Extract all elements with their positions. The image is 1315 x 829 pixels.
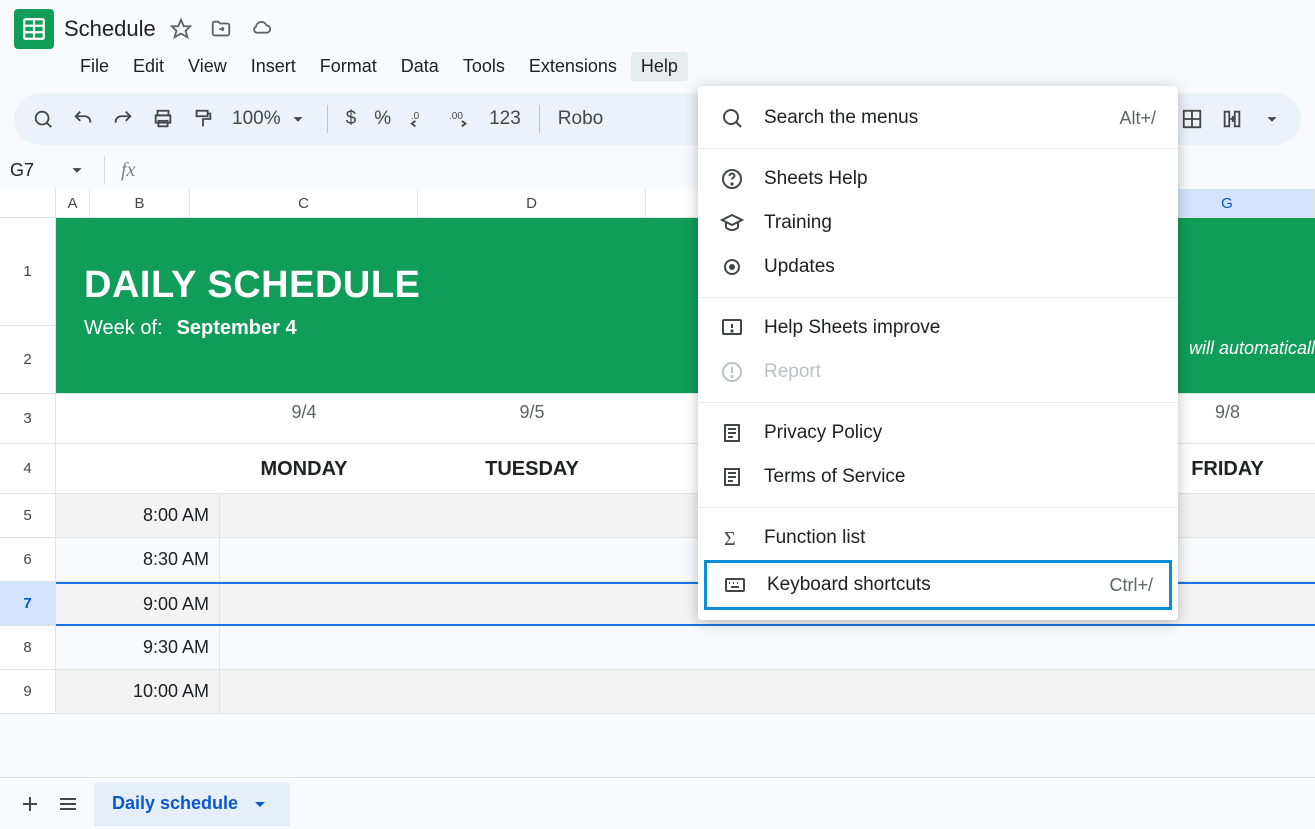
week-value: September 4 xyxy=(177,317,297,339)
date-monday: 9/4 xyxy=(190,394,418,423)
menu-bar: File Edit View Insert Format Data Tools … xyxy=(0,50,1315,87)
menu-edit[interactable]: Edit xyxy=(123,52,174,81)
menu-extensions[interactable]: Extensions xyxy=(519,52,627,81)
move-folder-icon[interactable] xyxy=(210,18,232,40)
menu-help[interactable]: Help xyxy=(631,52,688,81)
row-header-4[interactable]: 4 xyxy=(0,444,56,494)
svg-text:Σ: Σ xyxy=(724,528,736,550)
menu-insert[interactable]: Insert xyxy=(241,52,306,81)
svg-text:.0: .0 xyxy=(411,111,420,122)
undo-icon[interactable] xyxy=(72,108,94,130)
time-6[interactable]: 8:30 AM xyxy=(84,538,220,581)
time-8[interactable]: 9:30 AM xyxy=(84,626,220,669)
menu-data[interactable]: Data xyxy=(391,52,449,81)
name-box[interactable]: G7 xyxy=(8,159,88,181)
merge-icon[interactable] xyxy=(1221,108,1243,130)
date-tuesday: 9/5 xyxy=(418,394,646,423)
percent-format-icon[interactable]: % xyxy=(374,108,391,130)
svg-text:.00: .00 xyxy=(449,111,463,122)
decrease-decimal-icon[interactable]: .0 xyxy=(409,108,431,130)
currency-format-icon[interactable]: $ xyxy=(346,108,357,130)
help-improve[interactable]: Help Sheets improve xyxy=(698,306,1178,350)
number-format-icon[interactable]: 123 xyxy=(489,108,521,130)
row-header-8[interactable]: 8 xyxy=(0,626,56,670)
row-header-1[interactable]: 1 xyxy=(0,218,56,326)
borders-icon[interactable] xyxy=(1181,108,1203,130)
col-header-B[interactable]: B xyxy=(90,189,190,217)
increase-decimal-icon[interactable]: .00 xyxy=(449,108,471,130)
day-tuesday: TUESDAY xyxy=(418,458,646,481)
row-header-3[interactable]: 3 xyxy=(0,394,56,444)
document-title[interactable]: Schedule xyxy=(64,16,156,42)
time-9[interactable]: 10:00 AM xyxy=(84,670,220,713)
sheets-logo-icon[interactable] xyxy=(14,9,54,49)
star-icon[interactable] xyxy=(170,18,192,40)
time-7[interactable]: 9:00 AM xyxy=(84,584,220,624)
time-5[interactable]: 8:00 AM xyxy=(84,494,220,537)
col-header-D[interactable]: D xyxy=(418,189,646,217)
row-header-2[interactable]: 2 xyxy=(0,326,56,394)
day-monday: MONDAY xyxy=(190,458,418,481)
week-label: Week of: xyxy=(84,317,163,339)
font-selector[interactable]: Robo xyxy=(558,108,603,130)
note-partial: will automaticall xyxy=(1189,338,1315,359)
row-header-6[interactable]: 6 xyxy=(0,538,56,582)
help-privacy[interactable]: Privacy Policy xyxy=(698,411,1178,455)
menu-view[interactable]: View xyxy=(178,52,237,81)
add-sheet-icon[interactable] xyxy=(18,792,42,816)
help-terms[interactable]: Terms of Service xyxy=(698,455,1178,499)
col-header-C[interactable]: C xyxy=(190,189,418,217)
help-menu-dropdown: Search the menus Alt+/ Sheets Help Train… xyxy=(698,86,1178,620)
help-updates[interactable]: Updates xyxy=(698,245,1178,289)
help-training[interactable]: Training xyxy=(698,201,1178,245)
all-sheets-icon[interactable] xyxy=(56,792,80,816)
cloud-status-icon[interactable] xyxy=(250,18,272,40)
title-bar: Schedule xyxy=(0,0,1315,50)
menu-format[interactable]: Format xyxy=(310,52,387,81)
search-icon[interactable] xyxy=(32,108,54,130)
col-header-A[interactable]: A xyxy=(56,189,90,217)
row-header-5[interactable]: 5 xyxy=(0,494,56,538)
menu-file[interactable]: File xyxy=(70,52,119,81)
row-header-7[interactable]: 7 xyxy=(0,582,56,626)
help-report: Report xyxy=(698,350,1178,394)
chevron-down-icon[interactable] xyxy=(1261,108,1283,130)
menu-tools[interactable]: Tools xyxy=(453,52,515,81)
help-functions[interactable]: Σ Function list xyxy=(698,516,1178,560)
help-sheets-help[interactable]: Sheets Help xyxy=(698,157,1178,201)
fx-icon: fx xyxy=(121,159,135,182)
help-keyboard-shortcuts[interactable]: Keyboard shortcuts Ctrl+/ xyxy=(704,560,1172,610)
row-header-9[interactable]: 9 xyxy=(0,670,56,714)
sheet-tabs-bar: Daily schedule xyxy=(0,777,1315,829)
select-all-corner[interactable] xyxy=(0,189,56,217)
print-icon[interactable] xyxy=(152,108,174,130)
sheet-tab-daily[interactable]: Daily schedule xyxy=(94,782,290,826)
paint-format-icon[interactable] xyxy=(192,108,214,130)
redo-icon[interactable] xyxy=(112,108,134,130)
help-search[interactable]: Search the menus Alt+/ xyxy=(698,96,1178,140)
zoom-selector[interactable]: 100% xyxy=(232,108,309,130)
